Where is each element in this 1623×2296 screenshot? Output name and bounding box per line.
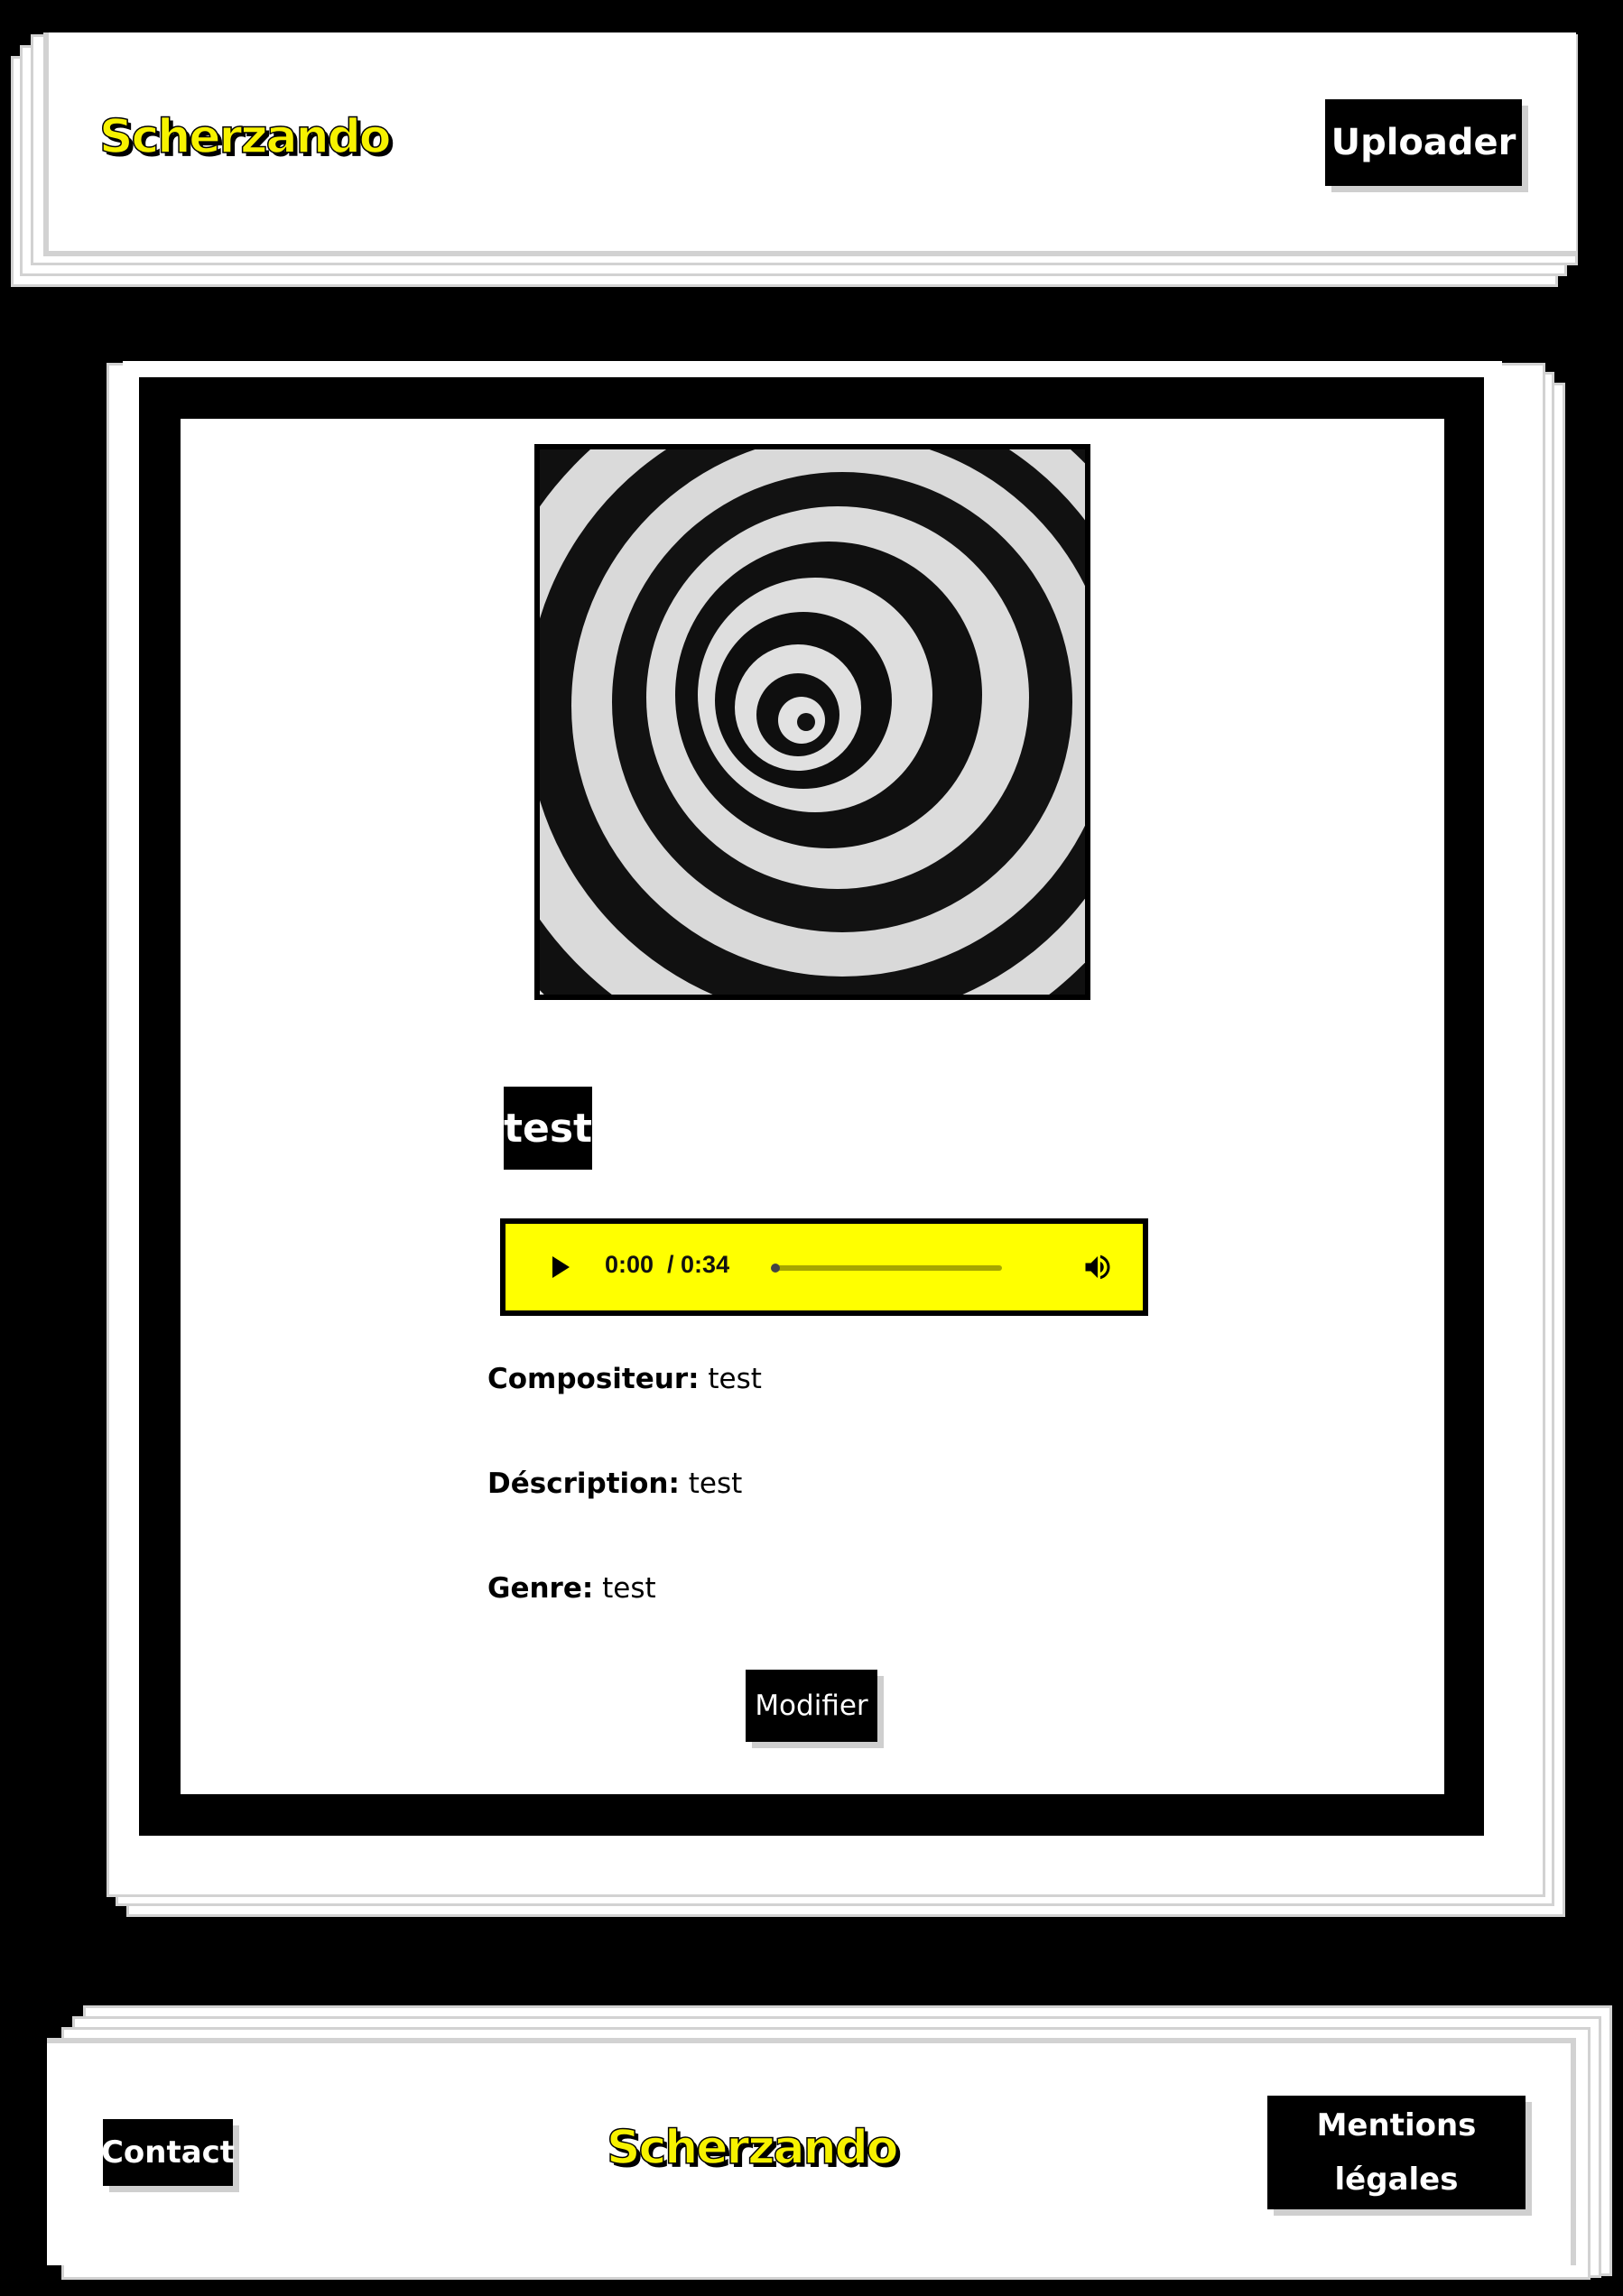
- description-value: test: [688, 1467, 743, 1500]
- contact-button[interactable]: Contact: [101, 2119, 235, 2186]
- audio-seek-bar[interactable]: [771, 1264, 1002, 1273]
- composer-value: test: [708, 1363, 762, 1395]
- genre-label: Genre:: [487, 1572, 594, 1605]
- genre-info: Genre: test: [487, 1572, 656, 1605]
- modify-button[interactable]: Modifier: [746, 1670, 877, 1742]
- description-info: Déscription: test: [487, 1467, 742, 1500]
- description-label: Déscription:: [487, 1467, 680, 1500]
- genre-value: test: [602, 1572, 656, 1605]
- play-icon[interactable]: [552, 1256, 570, 1278]
- album-cover-image: [534, 444, 1090, 1000]
- audio-time-display: 0:00 / 0:34: [605, 1251, 730, 1278]
- upload-button[interactable]: Uploader: [1325, 99, 1522, 186]
- audio-player[interactable]: 0:00 / 0:34: [500, 1218, 1148, 1316]
- footer-logo[interactable]: Scherzando: [606, 2120, 899, 2176]
- audio-seek-thumb[interactable]: [771, 1264, 780, 1273]
- track-title: test: [504, 1087, 592, 1170]
- volume-icon[interactable]: [1081, 1251, 1114, 1288]
- header-logo[interactable]: Scherzando: [98, 109, 392, 165]
- composer-info: Compositeur: test: [487, 1363, 762, 1395]
- legal-notices-button[interactable]: Mentions légales: [1267, 2096, 1526, 2209]
- spiral-image: [540, 449, 1085, 995]
- composer-label: Compositeur:: [487, 1363, 700, 1395]
